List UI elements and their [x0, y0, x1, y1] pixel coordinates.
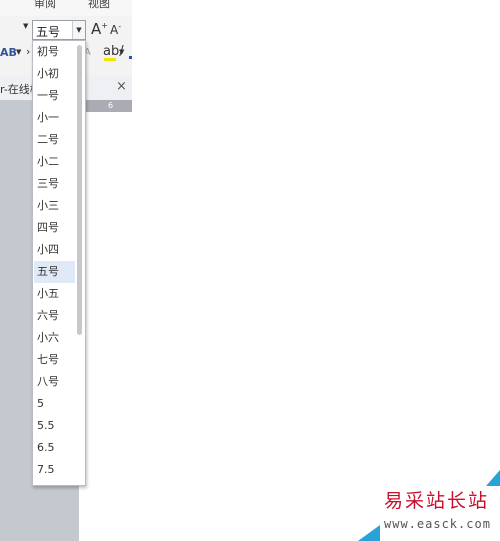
font-size-option[interactable]: 7.5 [34, 459, 75, 481]
font-size-option[interactable]: 5.5 [34, 415, 75, 437]
font-size-option[interactable]: 七号 [34, 349, 75, 371]
font-size-option[interactable]: 小五 [34, 283, 75, 305]
font-size-option[interactable]: 六号 [34, 305, 75, 327]
font-size-option[interactable]: 小四 [34, 239, 75, 261]
ruler: 6 [86, 100, 132, 112]
dropdown-scrollbar[interactable] [77, 45, 82, 335]
shrink-font-icon[interactable]: A- [110, 22, 121, 37]
font-size-option[interactable]: 小初 [34, 63, 75, 85]
tab-view[interactable]: 视图 [88, 0, 110, 12]
watermark-triangle [358, 525, 380, 541]
font-size-option[interactable]: 小六 [34, 327, 75, 349]
grow-font-icon[interactable]: A+ [91, 20, 108, 38]
font-size-option[interactable]: 6.5 [34, 437, 75, 459]
font-size-option[interactable]: 二号 [34, 129, 75, 151]
char-border-icon[interactable]: › [26, 45, 30, 58]
font-size-option[interactable]: 5 [34, 393, 75, 415]
font-color-swatch[interactable] [129, 56, 132, 59]
font-size-option[interactable]: 四号 [34, 217, 75, 239]
strikethrough-dropdown-icon[interactable]: ▼ [16, 48, 21, 56]
font-size-value: 五号 [36, 25, 61, 39]
font-size-option[interactable]: 小一 [34, 107, 75, 129]
chevron-down-icon[interactable]: ▼ [72, 21, 85, 39]
font-size-option[interactable]: 初号 [34, 41, 75, 63]
watermark-triangle [486, 470, 500, 486]
font-size-option[interactable]: 小三 [34, 195, 75, 217]
font-name-dropdown-arrow-icon[interactable]: ▼ [23, 22, 28, 30]
font-size-option[interactable]: 一号 [34, 85, 75, 107]
font-size-select[interactable]: 五号 ▼ [32, 20, 86, 40]
highlight-dropdown-icon[interactable]: ▼ [119, 48, 124, 56]
font-size-option[interactable]: 三号 [34, 173, 75, 195]
watermark-logo-text: 易采站长站 [384, 490, 490, 512]
watermark-url: www.easck.com [384, 517, 491, 531]
font-size-option-selected[interactable]: 五号 [34, 261, 75, 283]
font-size-option[interactable]: 八号 [34, 371, 75, 393]
font-size-dropdown[interactable]: 初号 小初 一号 小一 二号 小二 三号 小三 四号 小四 五号 小五 六号 小… [32, 40, 86, 486]
highlight-color-bar [104, 58, 116, 61]
close-icon[interactable]: × [116, 79, 127, 94]
font-size-option[interactable]: 小二 [34, 151, 75, 173]
tab-review[interactable]: 审阅 [34, 0, 56, 12]
strikethrough-button[interactable]: AB [0, 46, 17, 59]
ribbon-tabs: 审阅 视图 [0, 0, 132, 16]
ruler-number: 6 [108, 101, 114, 110]
